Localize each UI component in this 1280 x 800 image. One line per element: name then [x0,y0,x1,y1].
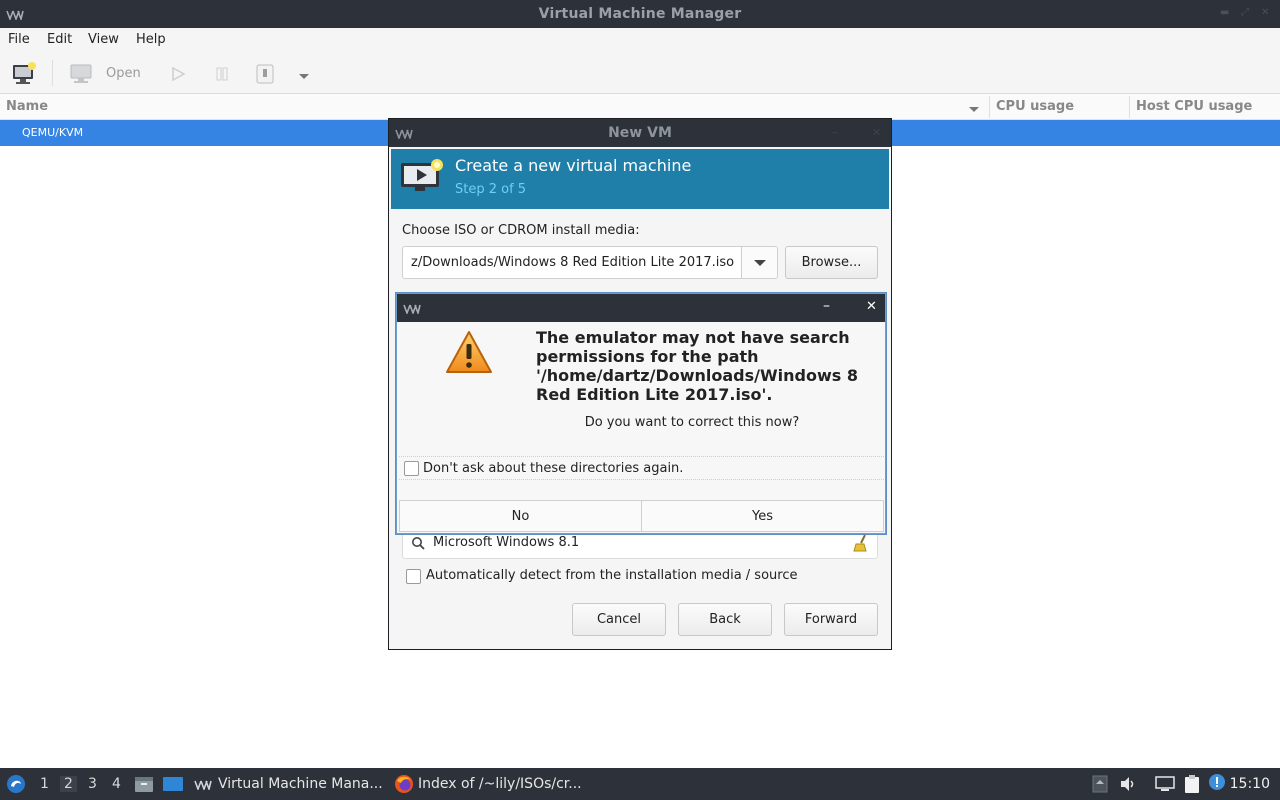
main-window-title: Virtual Machine Manager [538,6,742,22]
play-icon [172,66,186,82]
dont-ask-row: Don't ask about these directories again. [399,456,884,480]
connection-name: QEMU/KVM [22,126,84,139]
column-cpu-usage[interactable]: CPU usage [996,99,1074,114]
menu-view[interactable]: View [88,32,119,47]
power-off-icon [256,64,274,84]
forward-button[interactable]: Forward [784,603,878,636]
new-vm-icon [13,62,36,84]
pause-button[interactable] [214,66,230,86]
volume-icon[interactable] [1119,776,1137,796]
virt-manager-logo-icon [403,303,421,318]
column-name[interactable]: Name [6,99,48,114]
iso-path-value[interactable]: z/Downloads/Windows 8 Red Edition Lite 2… [411,255,734,270]
dont-ask-checkbox[interactable] [404,461,419,476]
new-vm-button[interactable] [12,61,38,89]
menu-help[interactable]: Help [136,32,166,47]
firefox-icon [394,774,414,798]
task-virtual-machine-manager[interactable]: Virtual Machine Mana... [218,776,383,792]
wizard-banner: Create a new virtual machine Step 2 of 5 [391,149,889,209]
browse-button[interactable]: Browse... [785,246,878,279]
workspace-2[interactable]: 2 [60,776,77,792]
warning-question: Do you want to correct this now? [584,415,800,430]
auto-detect-label[interactable]: Automatically detect from the installati… [426,568,797,583]
column-host-cpu-usage[interactable]: Host CPU usage [1136,99,1252,114]
desktop-icon[interactable] [162,776,184,796]
os-search-value: Microsoft Windows 8.1 [433,535,580,550]
menu-file[interactable]: File [8,32,30,47]
new-vm-title: New VM [608,125,672,141]
run-button[interactable] [170,66,186,86]
workspace-1[interactable]: 1 [40,776,49,792]
toolbar: Open [0,52,1280,94]
maximize-window-icon[interactable]: ⤢ [1241,7,1253,19]
close-window-icon[interactable]: ✕ [1261,7,1273,19]
open-button-label[interactable]: Open [106,66,141,81]
iso-dropdown-chevron-down-icon[interactable] [741,247,777,278]
auto-detect-checkbox[interactable] [406,569,421,584]
close-icon[interactable]: ✕ [872,126,881,139]
shutdown-menu-chevron-down-icon[interactable] [298,70,310,85]
main-window-titlebar[interactable]: Virtual Machine Manager ▬ ⤢ ✕ [0,0,1280,28]
task-firefox-window[interactable]: Index of /~lily/ISOs/cr... [418,776,582,792]
yes-button[interactable]: Yes [641,500,884,532]
menu-bar: File Edit View Help [0,28,1280,52]
permissions-warning-dialog: – ✕ The emulator may not have search per… [396,293,886,534]
warning-button-bar: No Yes [399,500,884,532]
warning-titlebar[interactable]: – ✕ [397,294,885,322]
minimize-window-icon[interactable]: ▬ [1220,7,1232,19]
close-icon[interactable]: ✕ [866,299,877,314]
open-console-button[interactable] [70,64,94,88]
iso-path-combobox[interactable]: z/Downloads/Windows 8 Red Edition Lite 2… [402,246,778,279]
workspace-3[interactable]: 3 [88,776,97,792]
new-vm-icon [399,157,445,199]
task-vmm-icon [194,779,212,794]
menu-edit[interactable]: Edit [47,32,72,47]
wizard-title: Create a new virtual machine [455,156,692,175]
start-menu-icon[interactable] [6,774,26,798]
warning-message: The emulator may not have search permiss… [536,328,858,404]
new-vm-titlebar[interactable]: New VM – ✕ [389,119,891,147]
workspace-4[interactable]: 4 [112,776,121,792]
cancel-button[interactable]: Cancel [572,603,666,636]
notification-icon[interactable] [1208,773,1226,795]
wizard-step: Step 2 of 5 [455,182,527,197]
network-icon[interactable] [1155,776,1175,796]
shutdown-button[interactable] [256,64,274,88]
pause-icon [216,67,228,81]
warning-icon [445,330,493,378]
install-media-label: Choose ISO or CDROM install media: [402,223,640,238]
tray-scroll-icon[interactable] [1092,775,1108,797]
clock[interactable]: 15:10 [1230,776,1270,792]
minimize-icon[interactable]: – [823,298,830,314]
monitor-icon [70,64,92,83]
vm-list-header: Name CPU usage Host CPU usage [0,94,1280,120]
back-button[interactable]: Back [678,603,772,636]
dont-ask-label[interactable]: Don't ask about these directories again. [423,461,683,476]
minimize-icon[interactable]: – [832,125,838,139]
file-manager-icon[interactable] [134,775,154,797]
no-button[interactable]: No [399,500,642,532]
sort-chevron-down-icon[interactable] [968,103,980,118]
taskbar: 1 2 3 4 Virtual Machine Mana... Index of… [0,768,1280,800]
search-icon [411,536,425,554]
clipboard-icon[interactable] [1183,774,1201,798]
clear-broom-icon[interactable] [853,534,869,556]
